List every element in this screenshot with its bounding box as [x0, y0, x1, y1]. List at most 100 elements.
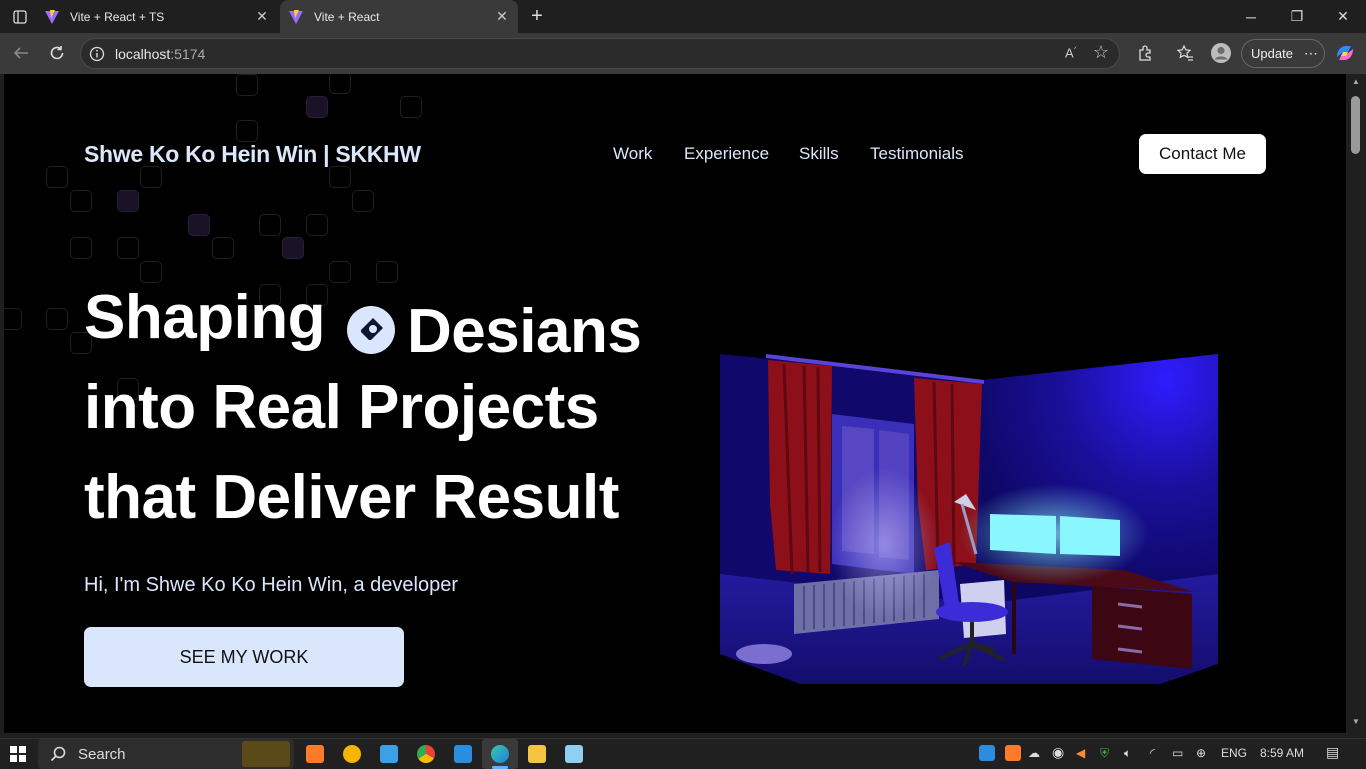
tab-vite-react[interactable]: Vite + React ✕	[280, 0, 518, 33]
taskbar-search[interactable]: Search	[38, 739, 294, 769]
grid-square	[117, 190, 139, 212]
notepad-icon[interactable]	[565, 745, 583, 763]
search-label: Search	[78, 745, 126, 763]
vscode-icon[interactable]	[454, 745, 472, 763]
nav-link-work[interactable]: Work	[613, 144, 652, 164]
read-aloud-icon[interactable]: Aᐟ	[1065, 45, 1077, 60]
monitor-right	[1060, 516, 1120, 556]
hero-heading-word-shaping: Shaping	[84, 283, 326, 352]
info-icon[interactable]	[89, 46, 105, 62]
grid-square	[352, 190, 374, 212]
language-indicator[interactable]: ENG	[1221, 746, 1247, 760]
grid-square	[236, 120, 258, 142]
tab-vite-react-ts[interactable]: Vite + React + TS ✕	[36, 0, 278, 33]
tray-network-app-icon[interactable]	[979, 745, 995, 761]
close-icon[interactable]: ✕	[494, 8, 510, 24]
grid-square	[70, 190, 92, 212]
grid-square	[140, 166, 162, 188]
file-explorer-icon[interactable]	[528, 745, 546, 763]
filezilla-icon[interactable]	[343, 745, 361, 763]
toolbar: localhost:5174 Aᐟ ☆ Update ⋯	[0, 33, 1366, 74]
copilot-icon[interactable]	[1330, 38, 1360, 68]
vite-icon	[45, 9, 59, 24]
update-button[interactable]: Update ⋯	[1241, 39, 1325, 68]
grid-square	[329, 166, 351, 188]
site-brand[interactable]: Shwe Ko Ko Hein Win | SKKHW	[84, 141, 421, 168]
grid-square	[4, 308, 22, 330]
remote-desktop-icon[interactable]	[380, 745, 398, 763]
edge-taskbar-item[interactable]	[482, 739, 518, 769]
grid-square	[282, 237, 304, 259]
more-icon: ⋯	[1303, 45, 1318, 61]
nav-link-testimonials[interactable]: Testimonials	[870, 144, 964, 164]
refresh-icon[interactable]	[42, 38, 72, 68]
tray-xampp-icon[interactable]	[1005, 745, 1021, 761]
tray-cloud-icon[interactable]: ☁	[1028, 746, 1040, 760]
xampp-icon[interactable]	[306, 745, 324, 763]
scrollbar-thumb[interactable]	[1351, 96, 1360, 154]
favorites-icon[interactable]	[1170, 38, 1200, 68]
grid-square	[259, 214, 281, 236]
edge-icon	[491, 745, 509, 763]
tab-actions-icon[interactable]	[0, 0, 40, 33]
grid-square	[46, 166, 68, 188]
windows-taskbar: Search ☁ ◉ ◀ ⛨ 🔈︎ ◜ ▭ ⊕ ENG 8:59 AM ▤	[0, 738, 1366, 769]
hero-heading-line-2: into Real Projects	[84, 373, 599, 442]
scroll-down-icon[interactable]: ▼	[1352, 717, 1360, 726]
profile-avatar[interactable]	[1206, 38, 1236, 68]
contact-me-button[interactable]: Contact Me	[1139, 134, 1266, 174]
new-tab-icon[interactable]: +	[520, 0, 554, 33]
grid-square	[188, 214, 210, 236]
wifi-icon[interactable]: ◜	[1150, 746, 1155, 760]
tab-bar: Vite + React + TS ✕ Vite + React ✕ + ─ ❐…	[0, 0, 1366, 33]
vite-icon	[289, 9, 303, 24]
tray-alert-icon[interactable]: ◀	[1076, 746, 1085, 760]
monitor-left	[990, 514, 1056, 554]
notifications-icon[interactable]: ▤	[1326, 744, 1339, 761]
clock[interactable]: 8:59 AM	[1260, 746, 1304, 760]
search-highlight-image	[242, 741, 290, 767]
curtain-left	[768, 360, 832, 574]
url-host: localhost	[115, 45, 171, 62]
grid-square	[46, 308, 68, 330]
chair-seat	[936, 602, 1008, 622]
hero-heading-line-3: that Deliver Result	[84, 463, 619, 532]
minimize-icon[interactable]: ─	[1228, 0, 1274, 33]
hero-3d-room-illustration[interactable]	[714, 274, 1224, 684]
scroll-up-icon[interactable]: ▲	[1352, 77, 1360, 86]
favorite-star-icon[interactable]: ☆	[1093, 42, 1109, 63]
tray-record-icon[interactable]: ◉	[1052, 744, 1064, 761]
address-bar[interactable]: localhost:5174 Aᐟ ☆	[80, 38, 1120, 69]
grid-square	[400, 96, 422, 118]
close-icon[interactable]: ✕	[254, 8, 270, 24]
battery-icon[interactable]: ▭	[1172, 746, 1183, 760]
extensions-icon[interactable]	[1130, 38, 1160, 68]
windows-start-icon[interactable]	[10, 746, 26, 767]
search-icon	[50, 746, 66, 762]
hero-subtitle: Hi, I'm Shwe Ko Ko Hein Win, a developer	[84, 574, 458, 596]
url-port: :5174	[170, 45, 206, 62]
back-icon[interactable]	[6, 38, 36, 68]
restore-icon[interactable]: ❐	[1274, 0, 1320, 33]
grid-square	[306, 214, 328, 236]
tray-device-icon[interactable]: ⊕	[1196, 746, 1206, 760]
design-badge-icon	[347, 306, 395, 354]
see-my-work-button[interactable]: SEE MY WORK	[84, 627, 404, 687]
grid-square	[212, 237, 234, 259]
grid-square	[70, 237, 92, 259]
nav-link-experience[interactable]: Experience	[684, 144, 769, 164]
nav-link-skills[interactable]: Skills	[799, 144, 839, 164]
close-window-icon[interactable]: ✕	[1320, 0, 1366, 33]
tab-title: Vite + React + TS	[70, 9, 165, 24]
volume-icon[interactable]: 🔈︎	[1124, 746, 1131, 761]
hero-heading-word-designs: Desians	[407, 297, 642, 366]
update-label: Update	[1251, 46, 1293, 61]
grid-square	[306, 96, 328, 118]
page-scrollbar[interactable]: ▲ ▼	[1346, 74, 1366, 733]
grid-square	[140, 261, 162, 283]
robot-vacuum	[736, 644, 792, 664]
grid-square	[329, 261, 351, 283]
chrome-icon[interactable]	[417, 745, 435, 763]
grid-square	[329, 74, 351, 94]
tray-security-icon[interactable]: ⛨	[1100, 746, 1109, 761]
